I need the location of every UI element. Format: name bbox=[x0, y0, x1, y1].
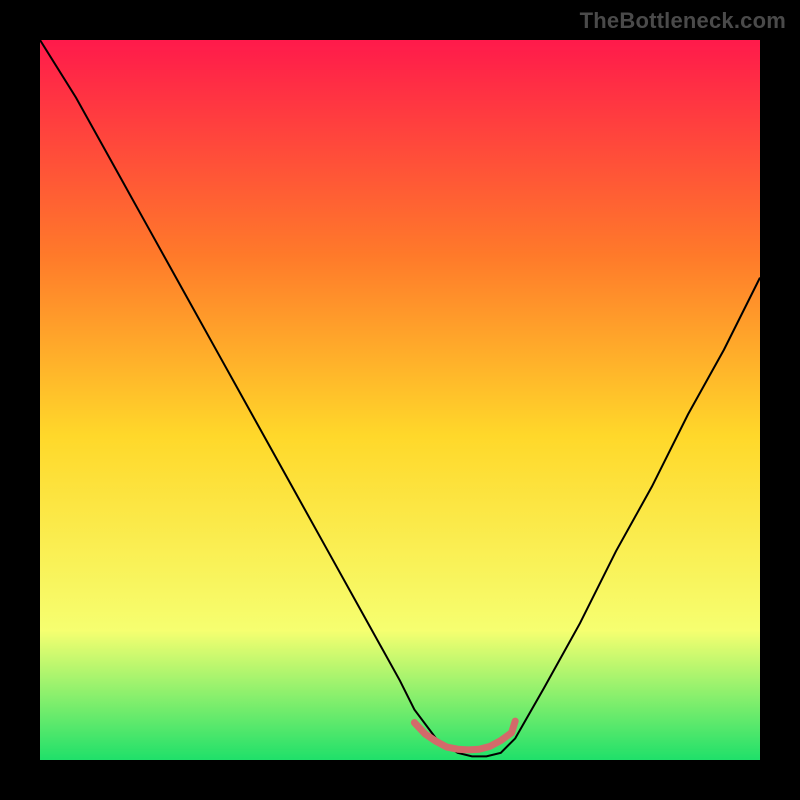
chart-svg bbox=[40, 40, 760, 760]
plot-area bbox=[40, 40, 760, 760]
gradient-background bbox=[40, 40, 760, 760]
watermark-text: TheBottleneck.com bbox=[580, 8, 786, 34]
chart-root: TheBottleneck.com bbox=[0, 0, 800, 800]
